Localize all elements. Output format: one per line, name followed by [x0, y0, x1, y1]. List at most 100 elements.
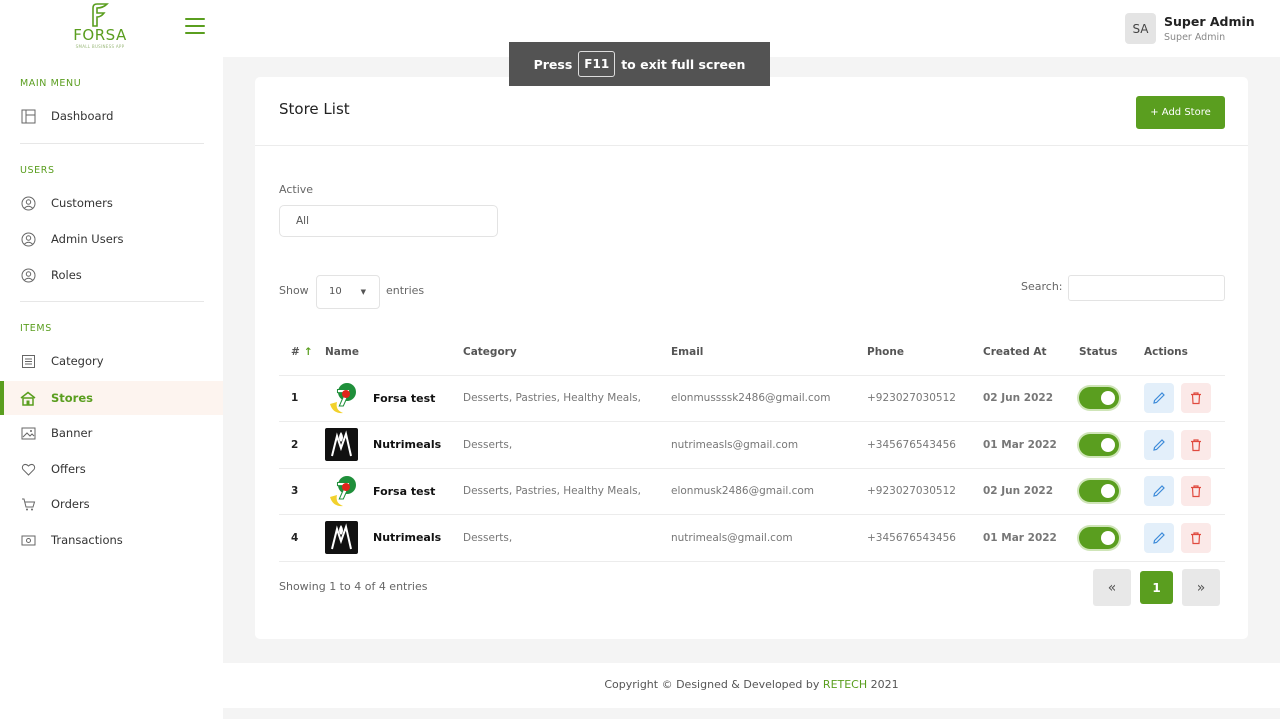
footer: Copyright © Designed & Developed by RETE…: [223, 663, 1280, 708]
add-store-button[interactable]: + Add Store: [1136, 96, 1225, 129]
active-filter-select[interactable]: All: [279, 205, 498, 237]
status-toggle[interactable]: [1079, 433, 1119, 456]
status-toggle[interactable]: [1079, 526, 1119, 549]
hamburger-menu-icon[interactable]: [185, 18, 205, 36]
column-header-category[interactable]: Category: [463, 329, 671, 376]
column-header-email[interactable]: Email: [671, 329, 867, 376]
roles-icon: [20, 267, 36, 283]
sidebar-item-category[interactable]: Category: [0, 344, 223, 378]
email-cell: elonmussssk2486@gmail.com: [671, 375, 867, 422]
fullscreen-notice: Press F11 to exit full screen: [509, 42, 770, 86]
sidebar-item-stores[interactable]: Stores: [0, 381, 223, 415]
delete-icon[interactable]: [1181, 522, 1212, 553]
created-at-cell: 01 Mar 2022: [983, 421, 1079, 469]
heart-icon: [20, 461, 36, 477]
section-items: ITEMS: [20, 323, 52, 334]
actions-cell: [1144, 468, 1225, 515]
sidebar-item-offers[interactable]: Offers: [0, 452, 223, 486]
email-cell: nutrimeals@gmail.com: [671, 514, 867, 562]
table-header-row: # ↑ Name Category Email Phone Created At …: [279, 329, 1225, 376]
actions-cell: [1144, 514, 1225, 562]
fullscreen-notice-before: Press: [533, 56, 573, 72]
logo-tagline: SMALL BUSINESS APP: [75, 44, 125, 49]
pagination-prev-button[interactable]: «: [1093, 569, 1131, 606]
sidebar-item-dashboard[interactable]: Dashboard: [0, 99, 223, 133]
dashboard-icon: [20, 108, 36, 124]
column-header-status[interactable]: Status: [1079, 329, 1144, 376]
row-number: 3: [279, 468, 325, 515]
status-cell: [1079, 421, 1144, 469]
show-label: Show: [279, 284, 309, 297]
entries-length-select[interactable]: 10 ▼: [316, 275, 380, 309]
store-icon: [20, 390, 36, 406]
category-cell: Desserts,: [463, 421, 671, 469]
stores-table: # ↑ Name Category Email Phone Created At …: [279, 329, 1225, 562]
sidebar-item-admin-users[interactable]: Admin Users: [0, 222, 223, 256]
svg-text:7: 7: [336, 387, 351, 412]
sidebar-item-banner[interactable]: Banner: [0, 416, 223, 450]
sidebar-item-roles[interactable]: Roles: [0, 258, 223, 292]
sidebar-item-label: Stores: [51, 391, 93, 405]
sidebar-item-orders[interactable]: Orders: [0, 487, 223, 521]
status-cell: [1079, 468, 1144, 515]
status-toggle[interactable]: [1079, 387, 1119, 410]
forsa-logo[interactable]: FORSA SMALL BUSINESS APP: [68, 0, 132, 50]
delete-icon[interactable]: [1181, 429, 1212, 460]
row-number: 2: [279, 421, 325, 469]
nutrimeals-logo: [325, 428, 358, 462]
store-name[interactable]: Forsa test: [373, 392, 435, 405]
phone-cell: +345676543456: [867, 514, 983, 562]
column-header-number-label: #: [291, 345, 300, 358]
store-name[interactable]: Forsa test: [373, 485, 435, 498]
sidebar-item-customers[interactable]: Customers: [0, 186, 223, 220]
wallet-icon: [20, 532, 36, 548]
sidebar-item-label: Dashboard: [51, 109, 114, 123]
email-cell: elonmusk2486@gmail.com: [671, 468, 867, 515]
created-at-cell: 02 Jun 2022: [983, 468, 1079, 515]
phone-cell: +923027030512: [867, 468, 983, 515]
name-cell: Nutrimeals: [325, 421, 463, 469]
store-name[interactable]: Nutrimeals: [373, 531, 441, 544]
column-header-phone[interactable]: Phone: [867, 329, 983, 376]
sidebar-item-label: Offers: [51, 462, 86, 476]
row-number: 1: [279, 375, 325, 422]
edit-icon[interactable]: [1144, 383, 1174, 414]
divider: [20, 143, 204, 144]
phone-cell: +345676543456: [867, 421, 983, 469]
fullscreen-notice-after: to exit full screen: [621, 56, 746, 72]
footer-text: Copyright © Designed & Developed by: [604, 678, 820, 691]
edit-icon[interactable]: [1144, 522, 1174, 553]
actions-cell: [1144, 375, 1225, 422]
delete-icon[interactable]: [1181, 383, 1212, 414]
section-main-menu: MAIN MENU: [20, 78, 82, 89]
column-header-number[interactable]: # ↑: [279, 329, 325, 376]
category-icon: [20, 353, 36, 369]
column-header-created-at[interactable]: Created At: [983, 329, 1079, 376]
admin-users-icon: [20, 231, 36, 247]
section-users: USERS: [20, 165, 55, 176]
sidebar-item-label: Admin Users: [51, 232, 124, 246]
entries-length-value: 10: [329, 286, 342, 297]
column-header-name[interactable]: Name: [325, 329, 463, 376]
status-toggle[interactable]: [1079, 480, 1119, 503]
svg-text:7: 7: [336, 480, 351, 505]
pagination-page-1[interactable]: 1: [1140, 571, 1173, 604]
page-title: Store List: [279, 100, 350, 118]
customers-icon: [20, 195, 36, 211]
store-name[interactable]: Nutrimeals: [373, 438, 441, 451]
category-cell: Desserts, Pastries, Healthy Meals,: [463, 375, 671, 422]
avatar[interactable]: SA: [1125, 13, 1156, 44]
sidebar-item-label: Banner: [51, 426, 93, 440]
sidebar-item-transactions[interactable]: Transactions: [0, 523, 223, 557]
divider: [20, 301, 204, 302]
edit-icon[interactable]: [1144, 429, 1174, 460]
delete-icon[interactable]: [1181, 476, 1212, 507]
search-input[interactable]: [1068, 275, 1225, 301]
nutrimeals-logo: [325, 521, 358, 555]
user-name[interactable]: Super Admin: [1164, 14, 1255, 29]
pagination-next-button[interactable]: »: [1182, 569, 1220, 606]
sidebar: FORSA SMALL BUSINESS APP MAIN MENU Dashb…: [0, 0, 223, 719]
footer-brand-link[interactable]: RETECH: [823, 678, 867, 691]
edit-icon[interactable]: [1144, 476, 1174, 507]
row-number: 4: [279, 514, 325, 562]
